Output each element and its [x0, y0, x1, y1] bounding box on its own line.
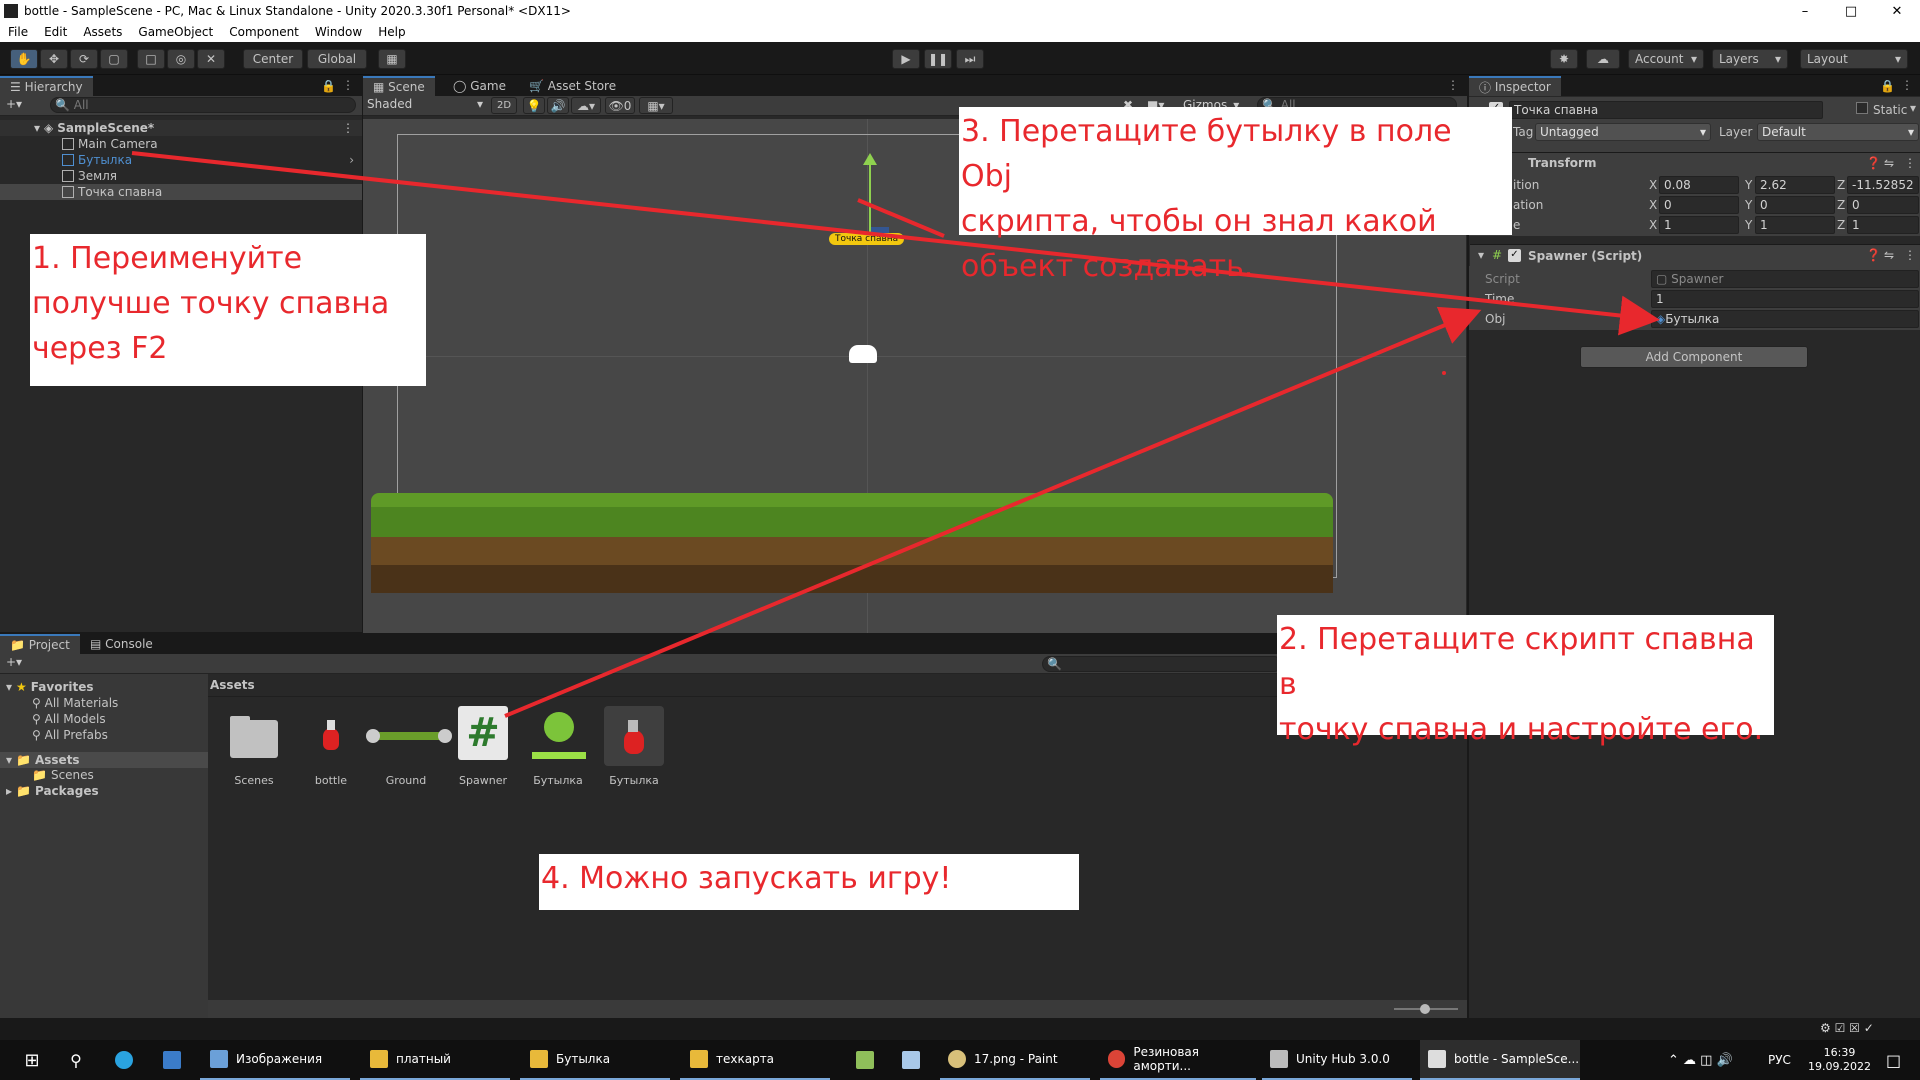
note-line: 2. Перетащите скрипт спавна в	[1279, 622, 1755, 702]
arrow-note3-pointer	[857, 198, 945, 238]
note-line: скрипта, чтобы он знал какой	[961, 204, 1437, 239]
annotation-note-1: 1. Переименуйте получше точку спавна чер…	[30, 234, 426, 386]
note-line: 4. Можно запускать игру!	[541, 861, 952, 896]
annotation-note-2: 2. Перетащите скрипт спавна в точку спав…	[1277, 615, 1774, 747]
annotation-note-4: 4. Можно запускать игру!	[539, 854, 1079, 910]
taskbar-item[interactable]: техкарта	[680, 1040, 830, 1080]
note-line: 3. Перетащите бутылку в поле Obj	[961, 114, 1452, 194]
note-line: получше точку спавна	[32, 286, 390, 321]
chrome-icon	[1108, 1050, 1126, 1068]
notifications-icon[interactable]: □	[1886, 1040, 1901, 1080]
note-line: через F2	[32, 331, 168, 366]
taskbar-label: техкарта	[716, 1052, 775, 1066]
windows-start-icon[interactable]: ⊞	[12, 1040, 52, 1080]
taskbar-item[interactable]: Изображения	[200, 1040, 350, 1080]
note-line: 1. Переименуйте	[32, 241, 303, 276]
tray-icons[interactable]: ⌃ ☁ ◫ 🔊	[1668, 1040, 1733, 1080]
windows-taskbar: ⊞ ⚲ Изображения платный Бутылка техкарта…	[0, 1040, 1920, 1080]
folder-icon	[530, 1050, 548, 1068]
telegram-icon[interactable]	[104, 1040, 144, 1080]
taskbar-item[interactable]: 17.png - Paint	[940, 1040, 1090, 1080]
taskbar-item[interactable]: Unity Hub 3.0.0	[1262, 1040, 1412, 1080]
clock-date: 19.09.2022	[1808, 1060, 1871, 1073]
note-line: объект создавать.	[961, 249, 1254, 284]
taskbar-label: bottle - SampleSce...	[1454, 1052, 1580, 1066]
status-icons[interactable]: ⚙ ☑ ☒ ✓	[1820, 1021, 1874, 1035]
taskbar-label: Изображения	[236, 1052, 323, 1066]
language-indicator[interactable]: РУС	[1768, 1040, 1791, 1080]
taskbar-label: 17.png - Paint	[974, 1052, 1058, 1066]
note-line: точку спавна и настройте его.	[1279, 712, 1764, 747]
folder-icon	[370, 1050, 388, 1068]
taskbar-label: Бутылка	[556, 1052, 611, 1066]
notepad-icon[interactable]	[850, 1040, 880, 1080]
monitor-icon[interactable]	[152, 1040, 192, 1080]
folder-icon	[690, 1050, 708, 1068]
unity-hub-icon	[1270, 1050, 1288, 1068]
taskbar-label: Резиновая аморти...	[1133, 1045, 1200, 1073]
clock[interactable]: 16:39 19.09.2022	[1808, 1040, 1871, 1080]
search-icon[interactable]: ⚲	[56, 1040, 96, 1080]
clock-time: 16:39	[1823, 1046, 1856, 1059]
status-bar: ⚙ ☑ ☒ ✓	[0, 1018, 1920, 1040]
unity-icon	[1428, 1050, 1446, 1068]
red-dot	[1442, 371, 1446, 375]
taskbar-item[interactable]: платный	[360, 1040, 510, 1080]
taskbar-item[interactable]: Резиновая аморти...	[1100, 1040, 1256, 1080]
photos-icon	[210, 1050, 228, 1068]
taskbar-label: платный	[396, 1052, 451, 1066]
paint-icon	[948, 1050, 966, 1068]
taskbar-item[interactable]: bottle - SampleSce...	[1420, 1040, 1580, 1080]
calculator-icon[interactable]	[896, 1040, 926, 1080]
taskbar-label: Unity Hub 3.0.0	[1296, 1052, 1390, 1066]
taskbar-item[interactable]: Бутылка	[520, 1040, 670, 1080]
annotation-note-3: 3. Перетащите бутылку в поле Obj скрипта…	[959, 107, 1512, 284]
